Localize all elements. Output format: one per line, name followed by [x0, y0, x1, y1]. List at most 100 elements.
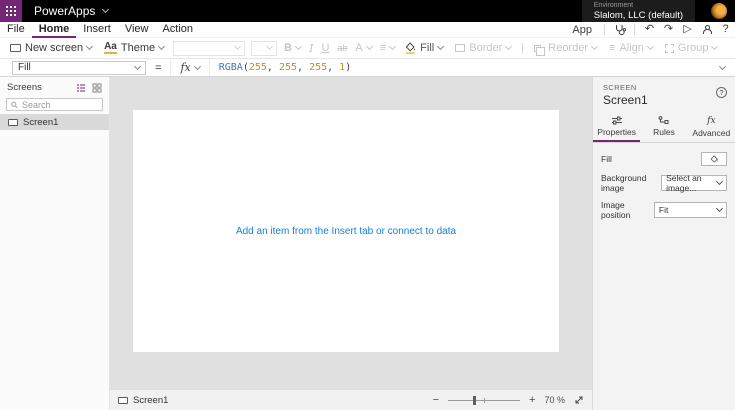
fill-button[interactable]: Fill — [399, 42, 449, 54]
app-checker-icon[interactable] — [610, 22, 629, 38]
theme-button[interactable]: Aa Theme — [98, 42, 170, 54]
menu-item-view[interactable]: View — [118, 22, 156, 38]
screens-panel-title: Screens — [7, 82, 42, 93]
list-view-icon[interactable] — [76, 83, 86, 93]
status-bar: Screen1 − + 70 % — [110, 389, 592, 410]
menu-item-insert[interactable]: Insert — [76, 22, 118, 38]
screen-canvas[interactable]: Add an item from the Insert tab or conne… — [133, 110, 559, 352]
fx-dropdown[interactable]: fx — [170, 59, 210, 76]
border-icon — [455, 44, 466, 52]
chevron-down-icon — [365, 42, 373, 51]
divider — [604, 24, 605, 35]
zoom-out-button[interactable]: − — [433, 394, 439, 406]
equals-sign: = — [155, 61, 162, 74]
new-screen-label: New screen — [25, 42, 84, 54]
new-screen-button[interactable]: New screen — [4, 42, 98, 54]
chevron-down-icon — [711, 42, 719, 51]
group-icon — [664, 43, 674, 53]
waffle-icon — [6, 6, 16, 16]
properties-panel-header: SCREEN Screen1 ? — [593, 77, 735, 107]
formula-input[interactable]: RGBA(255, 255, 255, 1) — [219, 62, 352, 73]
screen-tree-item[interactable]: Screen1 — [0, 114, 109, 130]
person-icon — [702, 25, 712, 34]
formula-bar-expand-icon[interactable] — [718, 62, 727, 70]
properties-panel-tabs: Properties Rules fx Advanced — [593, 113, 735, 143]
chevron-down-icon — [646, 42, 654, 51]
background-image-field-row: Background image Select an image... — [601, 173, 727, 193]
theme-aa-icon: Aa — [104, 41, 117, 54]
fit-to-window-icon[interactable] — [574, 395, 584, 405]
align-button: ≡ Align — [603, 42, 659, 54]
share-person-icon[interactable] — [697, 22, 716, 38]
tab-advanced[interactable]: fx Advanced — [688, 113, 735, 142]
chevron-down-icon — [234, 42, 242, 51]
main-area: Screens Screen1 Add an item from the Ins… — [0, 77, 735, 410]
align-objects-icon: ≡ — [609, 42, 616, 54]
chevron-down-icon — [505, 42, 513, 51]
underline-button: U — [321, 42, 330, 54]
redo-icon[interactable]: ↷ — [659, 22, 678, 38]
powerapps-studio-window: PowerApps Environment Slalom, LLC (defau… — [0, 0, 735, 410]
fill-field-row: Fill — [601, 152, 727, 166]
menu-item-home[interactable]: Home — [32, 22, 77, 38]
chevron-down-icon — [193, 62, 201, 70]
chevron-down-icon — [266, 42, 274, 51]
property-selector[interactable]: Fill — [12, 60, 146, 75]
group-button: Group — [659, 42, 724, 54]
selected-object-type: SCREEN — [603, 83, 637, 92]
chevron-down-icon — [715, 204, 724, 213]
paint-bucket-icon — [710, 154, 718, 163]
chevron-down-icon — [102, 5, 110, 14]
play-preview-icon[interactable]: ▷ — [678, 22, 697, 38]
top-bar: PowerApps Environment Slalom, LLC (defau… — [0, 0, 735, 22]
panel-help-icon[interactable]: ? — [716, 87, 727, 98]
help-icon[interactable]: ? — [716, 22, 735, 38]
canvas-empty-message[interactable]: Add an item from the Insert tab or conne… — [236, 226, 456, 237]
fill-color-button[interactable] — [701, 152, 727, 166]
italic-button: I — [309, 41, 314, 55]
waffle-menu-button[interactable] — [0, 0, 22, 22]
menu-item-action[interactable]: Action — [155, 22, 200, 38]
app-title-menu[interactable]: PowerApps — [34, 4, 110, 18]
undo-icon[interactable]: ↶ — [640, 22, 659, 38]
fx-icon: fx — [707, 116, 716, 126]
view-toggle-icons — [76, 83, 102, 93]
environment-name: Slalom, LLC (default) — [593, 9, 683, 21]
reorder-icon — [534, 44, 546, 56]
chevron-down-icon — [295, 42, 303, 51]
environment-picker[interactable]: Environment Slalom, LLC (default) — [581, 0, 695, 22]
chevron-down-icon — [715, 177, 724, 186]
avatar[interactable] — [711, 3, 727, 19]
paint-bucket-icon — [405, 42, 416, 54]
properties-fields: Fill Background image Select an image...… — [593, 143, 735, 220]
zoom-level: 70 % — [544, 395, 565, 405]
thumbnail-view-icon[interactable] — [92, 83, 102, 93]
background-image-dropdown[interactable]: Select an image... — [661, 173, 727, 193]
theme-label: Theme — [120, 42, 156, 54]
tab-rules[interactable]: Rules — [640, 113, 687, 142]
zoom-slider-handle[interactable] — [473, 395, 477, 405]
screens-panel: Screens Screen1 — [0, 77, 110, 410]
text-align-button: ≡ — [376, 42, 399, 54]
zoom-in-button[interactable]: + — [529, 394, 535, 406]
fill-field-label: Fill — [601, 154, 612, 164]
strikethrough-button: ab — [337, 43, 348, 53]
chevron-down-icon — [86, 42, 94, 51]
bold-button: B — [280, 42, 305, 54]
image-position-dropdown[interactable]: Fit — [653, 202, 727, 218]
sliders-icon — [611, 116, 622, 125]
canvas-area: Add an item from the Insert tab or conne… — [110, 77, 592, 389]
chevron-down-icon — [133, 62, 142, 70]
divider — [634, 24, 635, 35]
screens-panel-header: Screens — [0, 77, 109, 96]
chevron-down-icon — [590, 42, 599, 51]
app-menu-button[interactable]: App — [565, 24, 599, 36]
menu-item-file[interactable]: File — [0, 22, 32, 38]
search-input[interactable] — [21, 99, 98, 110]
reorder-button: Reorder — [528, 42, 603, 56]
zoom-slider[interactable] — [448, 395, 521, 405]
menu-right-cluster: App ↶ ↷ ▷ ? — [565, 22, 735, 38]
screen-icon — [8, 118, 18, 126]
tab-properties[interactable]: Properties — [593, 113, 640, 142]
screen-tree-item-label: Screen1 — [23, 116, 59, 128]
